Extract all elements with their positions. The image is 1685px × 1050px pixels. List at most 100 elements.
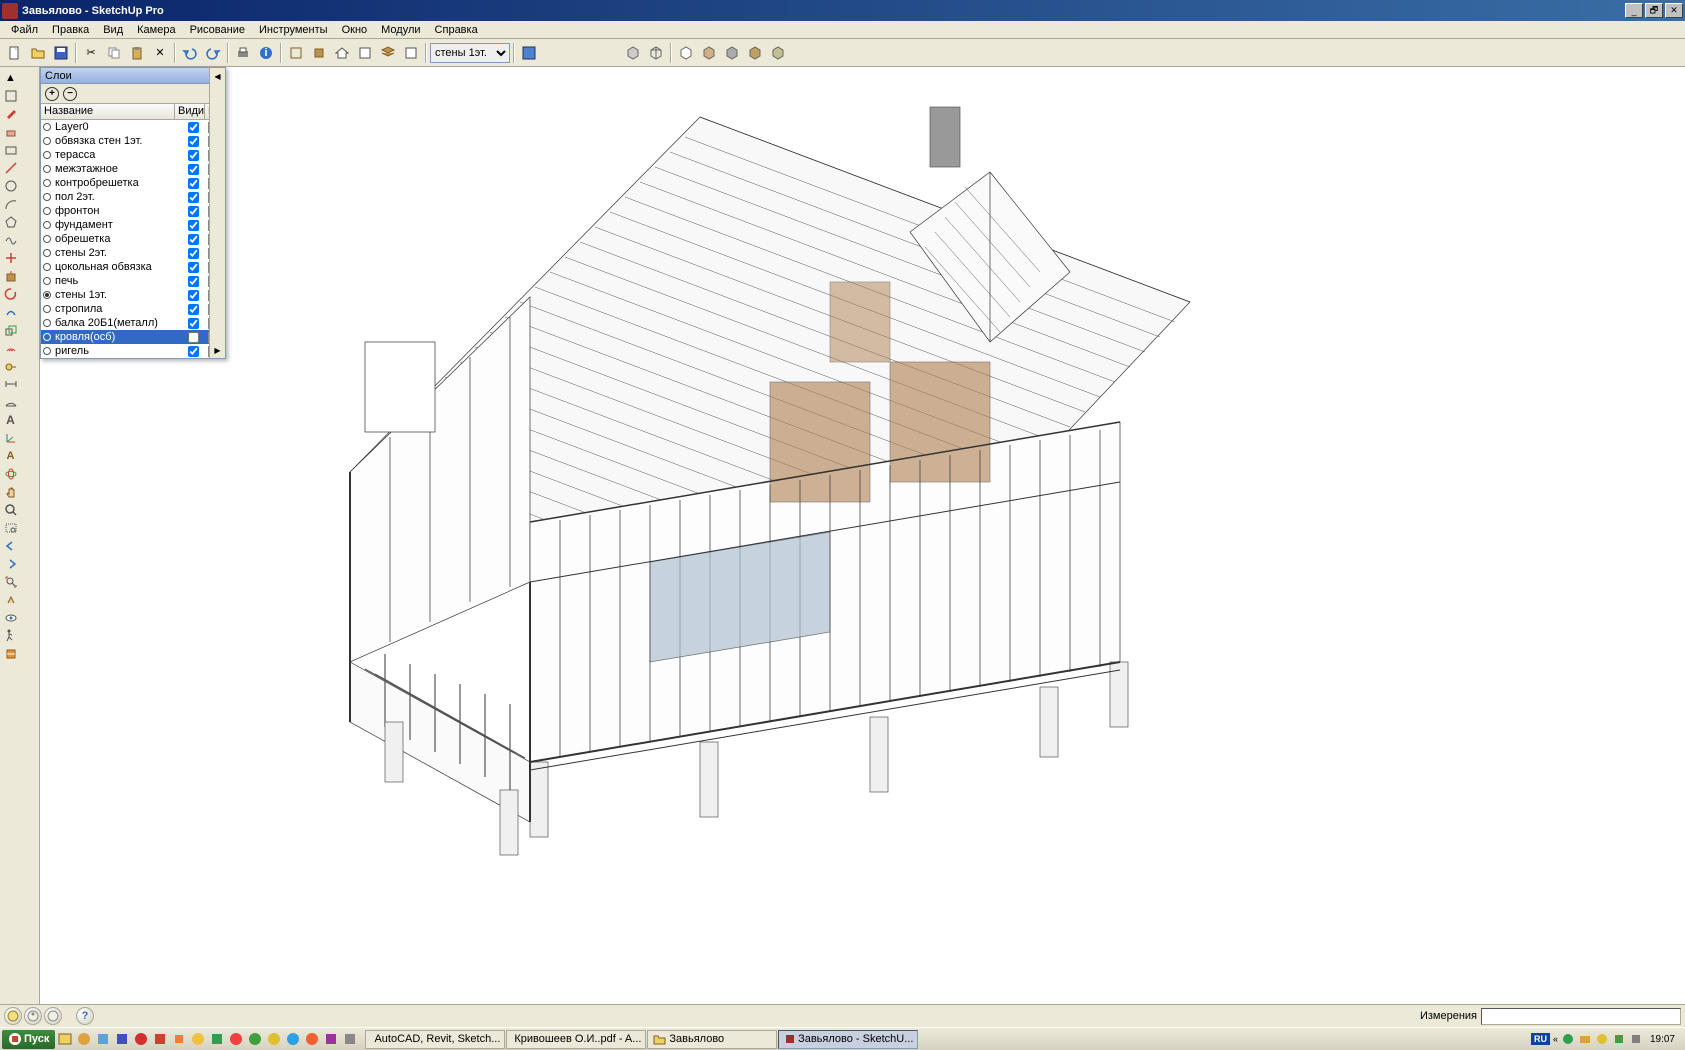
layer-visible-checkbox[interactable]	[178, 248, 208, 259]
move-tool[interactable]	[2, 249, 19, 266]
layer-row[interactable]: Layer0	[41, 120, 225, 134]
layer-visible-checkbox[interactable]	[178, 206, 208, 217]
ql-icon-4[interactable]	[114, 1031, 130, 1047]
zoom-window-tool[interactable]	[2, 519, 19, 536]
followme-tool[interactable]	[2, 303, 19, 320]
redo-button[interactable]	[202, 42, 224, 64]
geo-location-button[interactable]	[4, 1007, 22, 1025]
layer-row[interactable]: стены 1эт.	[41, 288, 225, 302]
task-sketchup[interactable]: Завьялово - SketchU...	[778, 1030, 918, 1049]
make-component-button[interactable]	[285, 42, 307, 64]
make-group-button[interactable]	[308, 42, 330, 64]
layer-active-radio[interactable]	[41, 137, 53, 145]
look-around-tool[interactable]	[2, 609, 19, 626]
circle-tool[interactable]	[2, 177, 19, 194]
copy-button[interactable]	[103, 42, 125, 64]
ql-icon-13[interactable]	[285, 1031, 301, 1047]
layer-row[interactable]: обвязка стен 1эт.	[41, 134, 225, 148]
layer-row[interactable]: обрешетка	[41, 232, 225, 246]
language-indicator[interactable]: RU	[1531, 1033, 1550, 1045]
menu-edit[interactable]: Правка	[45, 22, 96, 38]
prev-view-tool[interactable]	[2, 537, 19, 554]
layer-row[interactable]: контробрешетка	[41, 176, 225, 190]
column-visible[interactable]: Види...	[175, 104, 205, 119]
ql-icon-10[interactable]	[228, 1031, 244, 1047]
3dtext-tool[interactable]: A	[2, 447, 19, 464]
layer-active-radio[interactable]	[41, 319, 53, 327]
tray-icon-3[interactable]	[1595, 1032, 1609, 1046]
layers-panel[interactable]: Слои × + − ▶ Название Види... Ц... Layer…	[40, 67, 226, 359]
layer-active-radio[interactable]	[41, 333, 53, 341]
layer-active-radio[interactable]	[41, 193, 53, 201]
freehand-tool[interactable]	[2, 231, 19, 248]
ql-icon-1[interactable]	[57, 1031, 73, 1047]
paint-tool[interactable]	[2, 105, 19, 122]
layer-visible-checkbox[interactable]	[178, 150, 208, 161]
layer-visible-checkbox[interactable]	[178, 164, 208, 175]
tray-icon-1[interactable]	[1561, 1032, 1575, 1046]
ql-icon-3[interactable]	[95, 1031, 111, 1047]
layer-visible-checkbox[interactable]	[178, 276, 208, 287]
menu-window[interactable]: Окно	[335, 22, 375, 38]
task-autocad[interactable]: AutoCAD, Revit, Sketch...	[365, 1030, 505, 1049]
layer-active-radio[interactable]	[41, 305, 53, 313]
ql-icon-14[interactable]	[304, 1031, 320, 1047]
scroll-left-icon[interactable]: ◀	[212, 70, 224, 82]
ql-icon-8[interactable]	[190, 1031, 206, 1047]
open-file-button[interactable]	[27, 42, 49, 64]
new-file-button[interactable]	[4, 42, 26, 64]
home-button[interactable]	[331, 42, 353, 64]
remove-layer-button[interactable]: −	[63, 87, 77, 101]
eraser-tool[interactable]	[2, 123, 19, 140]
layer-active-radio[interactable]	[41, 221, 53, 229]
layer-active-radio[interactable]	[41, 347, 53, 355]
paint-button[interactable]	[354, 42, 376, 64]
outliner-button[interactable]	[400, 42, 422, 64]
paste-button[interactable]	[126, 42, 148, 64]
zoom-extents-tool[interactable]	[2, 573, 19, 590]
layer-selector[interactable]: стены 1эт.	[430, 43, 510, 63]
ql-icon-16[interactable]	[342, 1031, 358, 1047]
section-tool[interactable]	[2, 645, 19, 662]
scroll-right-icon[interactable]: ▶	[212, 344, 224, 356]
layer-visible-checkbox[interactable]	[178, 332, 208, 343]
task-pdf[interactable]: Кривошеев О.И..pdf - A...	[506, 1030, 646, 1049]
print-button[interactable]	[232, 42, 254, 64]
layer-visible-checkbox[interactable]	[178, 192, 208, 203]
close-button[interactable]: ✕	[1665, 3, 1683, 18]
layer-row[interactable]: балка 20Б1(металл)	[41, 316, 225, 330]
dimension-tool[interactable]	[2, 375, 19, 392]
layer-row[interactable]: цокольная обвязка	[41, 260, 225, 274]
maximize-button[interactable]: 🗗	[1645, 3, 1663, 18]
rotate-tool[interactable]	[2, 285, 19, 302]
layer-active-radio[interactable]	[41, 263, 53, 271]
status-button-3[interactable]	[44, 1007, 62, 1025]
layer-active-radio[interactable]	[41, 123, 53, 131]
menu-view[interactable]: Вид	[96, 22, 130, 38]
ql-icon-9[interactable]	[209, 1031, 225, 1047]
orbit-tool[interactable]	[2, 465, 19, 482]
layers-panel-title-bar[interactable]: Слои ×	[41, 68, 225, 84]
task-folder[interactable]: Завьялово	[647, 1030, 777, 1049]
add-layer-button[interactable]: +	[45, 87, 59, 101]
menu-help[interactable]: Справка	[428, 22, 485, 38]
column-name[interactable]: Название	[41, 104, 175, 119]
walk-tool[interactable]	[2, 627, 19, 644]
pushpull-tool[interactable]	[2, 267, 19, 284]
layer-active-radio[interactable]	[41, 235, 53, 243]
layer-row[interactable]: стены 2эт.	[41, 246, 225, 260]
xray-button[interactable]	[744, 42, 766, 64]
layer-visible-checkbox[interactable]	[178, 304, 208, 315]
shaded-textures-button[interactable]	[698, 42, 720, 64]
model-info-button[interactable]: i	[255, 42, 277, 64]
layer-row[interactable]: межэтажное	[41, 162, 225, 176]
text-tool[interactable]: A	[2, 411, 19, 428]
component-tool[interactable]	[2, 87, 19, 104]
position-camera-tool[interactable]	[2, 591, 19, 608]
layer-row[interactable]: кровля(осб)	[41, 330, 225, 344]
menu-tools[interactable]: Инструменты	[252, 22, 335, 38]
help-button[interactable]: ?	[76, 1007, 94, 1025]
layer-row[interactable]: печь	[41, 274, 225, 288]
delete-button[interactable]: ✕	[149, 42, 171, 64]
clock[interactable]: 19:07	[1646, 1034, 1679, 1045]
